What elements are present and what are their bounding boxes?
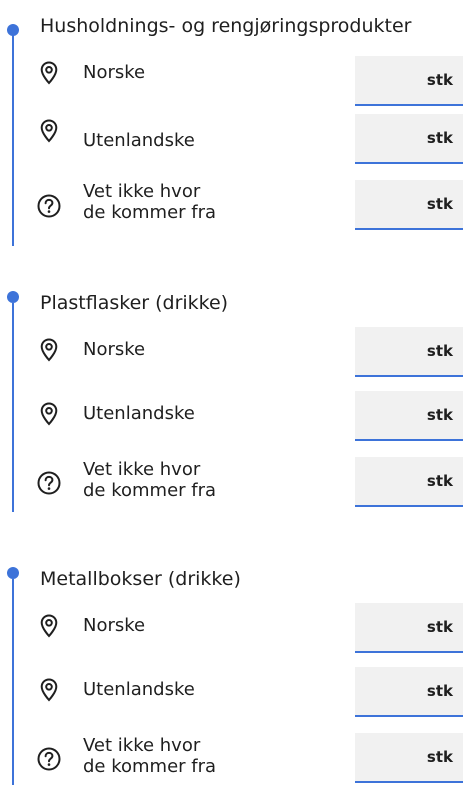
location-pin-icon — [40, 119, 58, 143]
unit-label: stk — [426, 748, 453, 766]
unit-label: stk — [426, 406, 453, 424]
quantity-input-norwegian[interactable]: stk — [355, 327, 463, 377]
quantity-input-norwegian[interactable]: stk — [355, 603, 463, 653]
row-label: Vet ikke hvor de kommer fra — [83, 459, 216, 501]
row-label-line-2: de kommer fra — [83, 756, 217, 777]
question-icon — [37, 747, 61, 771]
row-label: Utenlandske — [83, 403, 195, 424]
section-timeline-line — [12, 30, 14, 246]
quantity-input-foreign[interactable]: stk — [355, 114, 463, 164]
row-label: Vet ikke hvor de kommer fra — [83, 181, 216, 223]
row-label-line-1: Vet ikke hvor — [83, 181, 201, 202]
section-title: Metallbokser (drikke) — [40, 568, 241, 590]
section-timeline-dot — [7, 291, 19, 303]
row-label: Utenlandske — [83, 130, 195, 151]
row-label: Utenlandske — [83, 679, 195, 700]
location-pin-icon — [40, 61, 58, 85]
location-pin-icon — [40, 338, 58, 362]
unit-label: stk — [426, 472, 453, 490]
quantity-input-norwegian[interactable]: stk — [355, 56, 463, 106]
row-label-line-1: Vet ikke hvor — [83, 459, 201, 480]
unit-label: stk — [426, 71, 453, 89]
row-label: Norske — [83, 339, 146, 360]
unit-label: stk — [426, 618, 453, 636]
question-icon — [37, 194, 61, 218]
location-pin-icon — [40, 678, 58, 702]
question-icon — [37, 471, 61, 495]
location-pin-icon — [40, 402, 58, 426]
section-title: Plastflasker (drikke) — [40, 292, 229, 314]
row-label: Norske — [83, 615, 146, 636]
section-title: Husholdnings- og rengjøringsprodukter — [40, 15, 412, 37]
quantity-input-unknown[interactable]: stk — [355, 733, 463, 783]
quantity-input-unknown[interactable]: stk — [355, 457, 463, 507]
row-label-line-1: Vet ikke hvor — [83, 735, 201, 756]
section-timeline-dot — [7, 567, 19, 579]
unit-label: stk — [426, 682, 453, 700]
quantity-input-foreign[interactable]: stk — [355, 667, 463, 717]
row-label: Vet ikke hvor de kommer fra — [83, 735, 216, 777]
unit-label: stk — [426, 342, 453, 360]
section-timeline-dot — [7, 24, 19, 36]
section-timeline-line — [12, 303, 14, 512]
row-label-line-2: de kommer fra — [83, 202, 217, 223]
unit-label: stk — [426, 195, 453, 213]
quantity-input-foreign[interactable]: stk — [355, 391, 463, 441]
section-timeline-line — [12, 579, 14, 785]
row-label-line-2: de kommer fra — [83, 480, 217, 501]
unit-label: stk — [426, 129, 453, 147]
row-label: Norske — [83, 62, 146, 83]
location-pin-icon — [40, 614, 58, 638]
quantity-input-unknown[interactable]: stk — [355, 180, 463, 230]
